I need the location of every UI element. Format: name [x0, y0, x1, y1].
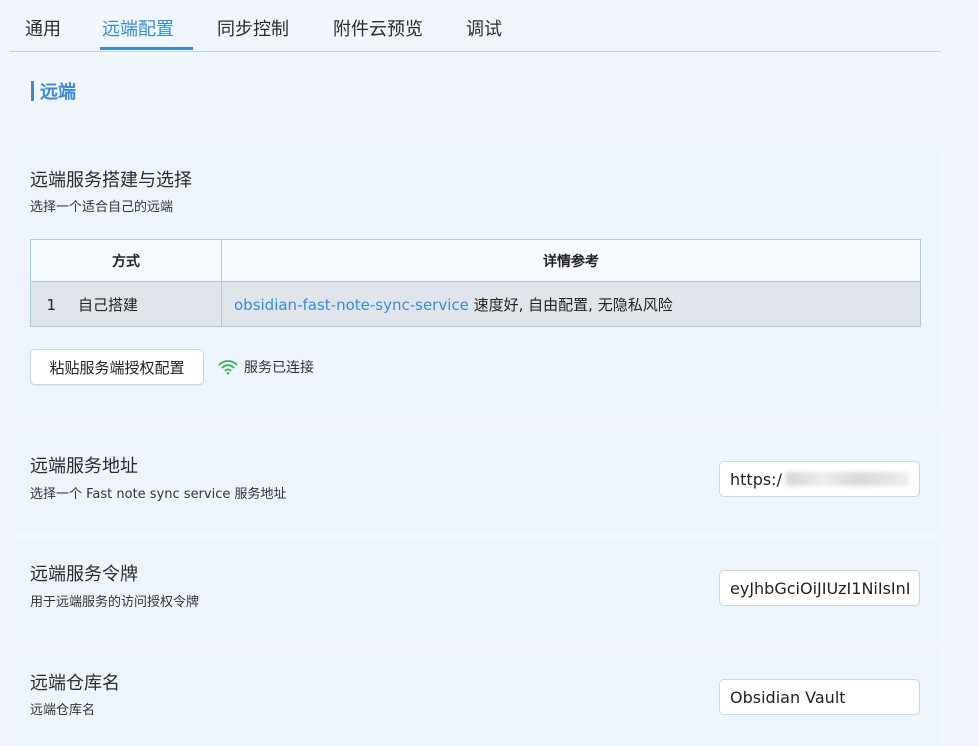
table-header-method: 方式	[30, 239, 222, 282]
active-tab-indicator	[100, 47, 193, 50]
vault-name-value: Obsidian Vault	[730, 687, 846, 707]
row-method: 自己搭建	[78, 295, 139, 314]
row-detail: 速度好, 自由配置, 无隐私风险	[468, 295, 673, 314]
server-address-value: https:/	[730, 469, 782, 489]
connection-status: 服务已连接	[218, 357, 314, 377]
table-cell-detail: obsidian-fast-note-sync-service 速度好, 自由配…	[221, 281, 921, 327]
section-accent-bar	[31, 81, 34, 101]
settings-tabs: 通用 远端配置 同步控制 附件云预览 调试	[10, 0, 941, 52]
tab-debug[interactable]: 调试	[466, 15, 502, 41]
tab-sync-control[interactable]: 同步控制	[217, 15, 289, 41]
paste-auth-config-button[interactable]: 粘贴服务端授权配置	[30, 349, 204, 385]
tab-general[interactable]: 通用	[25, 15, 61, 41]
row-index: 1	[46, 295, 56, 314]
section-title: 远端	[40, 82, 76, 103]
token-value: eyJhbGciOiJIUzI1NiIsInI	[730, 578, 911, 598]
service-setup-desc: 选择一个适合自己的远端	[30, 200, 174, 215]
token-input[interactable]: eyJhbGciOiJIUzI1NiIsInI	[719, 570, 920, 606]
tab-remote-config[interactable]: 远端配置	[102, 15, 174, 41]
vault-name-input[interactable]: Obsidian Vault	[719, 679, 920, 715]
connection-status-text: 服务已连接	[244, 360, 314, 376]
section-header: 远端	[31, 78, 76, 104]
service-options-table: 方式 详情参考 1 自己搭建 obsidian-fast-note-sync-se…	[30, 239, 921, 327]
table-row: 1 自己搭建 obsidian-fast-note-sync-service 速度…	[30, 281, 921, 327]
token-title: 远端服务令牌	[30, 564, 138, 585]
tab-attachment-preview[interactable]: 附件云预览	[333, 15, 423, 41]
table-header-row: 方式 详情参考	[30, 239, 921, 282]
table-header-detail: 详情参考	[221, 239, 921, 282]
table-cell-method: 1 自己搭建	[30, 281, 222, 327]
redacted-address	[785, 472, 909, 486]
service-repo-link[interactable]: obsidian-fast-note-sync-service	[234, 296, 469, 314]
server-address-input[interactable]: https:/	[719, 461, 920, 497]
vault-title: 远端仓库名	[30, 673, 120, 694]
address-desc: 选择一个 Fast note sync service 服务地址	[30, 487, 287, 502]
token-desc: 用于远端服务的访问授权令牌	[30, 595, 200, 610]
address-title: 远端服务地址	[30, 456, 138, 477]
vault-desc: 远端仓库名	[30, 703, 96, 718]
wifi-icon	[218, 360, 238, 375]
service-setup-title: 远端服务搭建与选择	[30, 170, 192, 191]
